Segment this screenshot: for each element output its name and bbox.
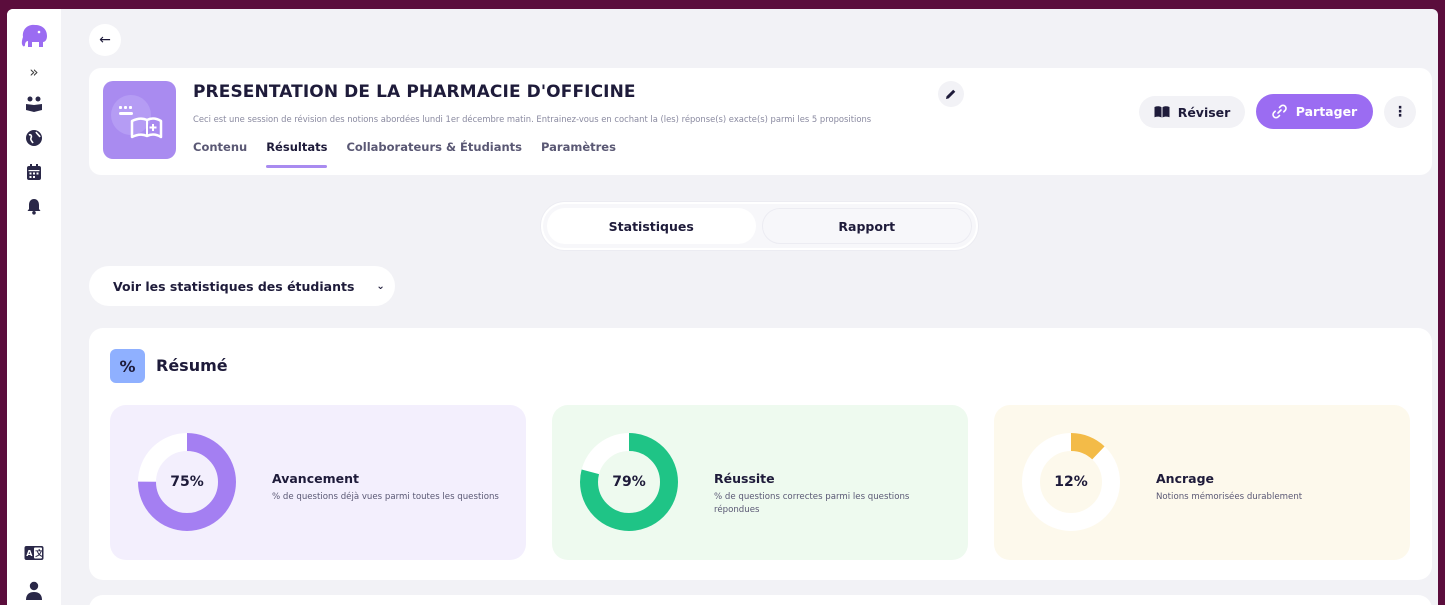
percent-badge-icon: % — [110, 349, 145, 383]
sidebar-bottom: A文 — [7, 525, 61, 601]
tab-contenu[interactable]: Contenu — [193, 140, 247, 168]
student-stats-dropdown[interactable]: Voir les statistiques des étudiants ⌄ — [89, 266, 395, 306]
summary-title: Résumé — [156, 356, 228, 375]
svg-text:文: 文 — [35, 548, 44, 558]
stat-card-reussite: 79% Réussite % de questions correctes pa… — [552, 405, 968, 560]
globe-icon[interactable] — [24, 128, 44, 148]
view-toggle: Statistiques Rapport — [541, 202, 978, 250]
stat-description: Notions mémorisées durablement — [1156, 492, 1303, 502]
stat-card-ancrage: 12% Ancrage Notions mémorisées durableme… — [994, 405, 1410, 560]
chevron-down-icon: ⌄ — [376, 280, 385, 292]
stat-label: Réussite — [714, 471, 775, 486]
course-tabs: Contenu Résultats Collaborateurs & Étudi… — [193, 140, 635, 168]
user-icon[interactable] — [24, 581, 44, 601]
calendar-icon[interactable] — [24, 162, 44, 182]
tab-parametres[interactable]: Paramètres — [541, 140, 616, 168]
partager-label: Partager — [1295, 104, 1358, 119]
tab-resultats[interactable]: Résultats — [266, 140, 328, 168]
course-description: Ceci est une session de révision des not… — [193, 114, 872, 124]
app-frame: » A文 ← PRESENTATION DE LA PHARMACIE D'OF… — [7, 9, 1438, 605]
svg-text:A: A — [26, 549, 33, 558]
pencil-icon — [946, 89, 956, 99]
stat-label: Avancement — [272, 471, 359, 486]
bell-icon[interactable] — [24, 196, 44, 216]
course-header: PRESENTATION DE LA PHARMACIE D'OFFICINE … — [89, 68, 1432, 175]
book-icon — [1154, 106, 1170, 118]
sidebar: » A文 — [7, 9, 61, 605]
more-options-button[interactable]: ⋮ — [1384, 96, 1416, 128]
edit-title-button[interactable] — [938, 81, 964, 107]
partager-button[interactable]: Partager — [1256, 94, 1373, 129]
tab-collaborateurs[interactable]: Collaborateurs & Étudiants — [346, 140, 522, 168]
elephant-logo-icon[interactable] — [19, 23, 49, 49]
reviser-label: Réviser — [1177, 104, 1231, 120]
stat-label: Ancrage — [1156, 471, 1215, 486]
dropdown-label: Voir les statistiques des étudiants — [113, 278, 355, 294]
stat-description: % de questions correctes parmi les quest… — [714, 492, 910, 515]
expand-icon[interactable]: » — [29, 65, 38, 80]
stat-value: 12% — [1054, 474, 1088, 490]
toggle-rapport[interactable]: Rapport — [761, 208, 972, 244]
link-icon — [1271, 104, 1287, 119]
toggle-statistiques[interactable]: Statistiques — [547, 208, 756, 244]
back-button[interactable]: ← — [89, 24, 121, 56]
reviser-button[interactable]: Réviser — [1139, 96, 1245, 128]
stat-card-avancement: 75% Avancement % de questions déjà vues … — [110, 405, 526, 560]
course-thumbnail — [103, 81, 176, 159]
summary-card: % Résumé 75% Avancement % de questions d… — [89, 328, 1432, 580]
stat-value: 75% — [170, 474, 204, 490]
stat-value: 79% — [612, 474, 646, 490]
next-section-card — [89, 595, 1432, 605]
stat-description: % de questions déjà vues parmi toutes le… — [272, 492, 499, 502]
language-icon[interactable]: A文 — [24, 543, 44, 563]
students-icon[interactable] — [24, 94, 44, 114]
course-title: PRESENTATION DE LA PHARMACIE D'OFFICINE — [193, 82, 636, 102]
